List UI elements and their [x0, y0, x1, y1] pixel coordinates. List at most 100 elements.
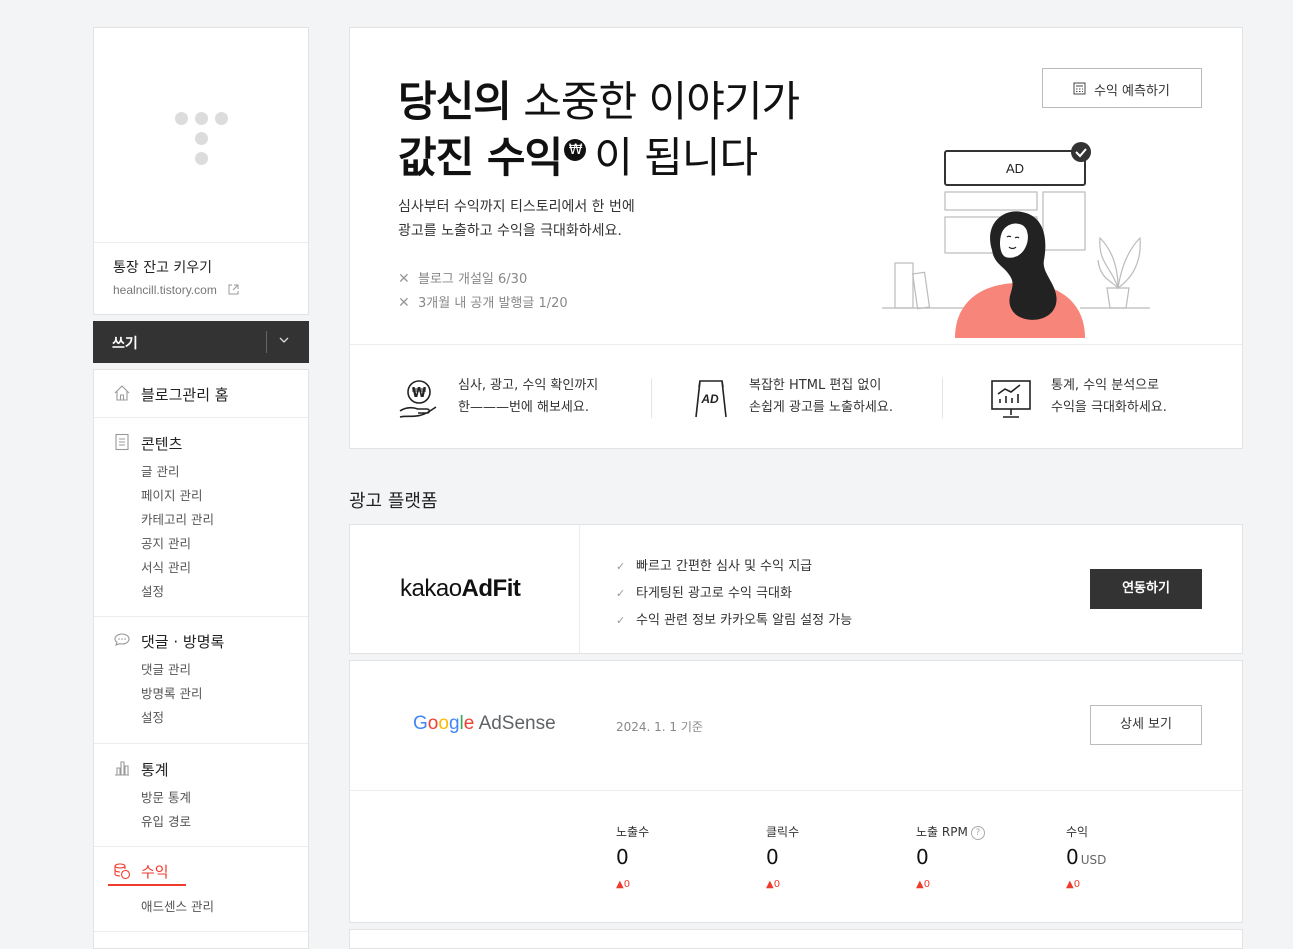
adsense-detail-button[interactable]: 상세 보기 — [1090, 705, 1202, 745]
sidebar-item-page-manage[interactable]: 페이지 관리 — [141, 485, 202, 504]
sidebar-item-notice-manage[interactable]: 공지 관리 — [141, 533, 191, 552]
sidebar-item-content-settings[interactable]: 설정 — [141, 581, 164, 600]
sidebar-item-revenue[interactable]: 수익 — [141, 861, 169, 882]
sidebar-item-post-manage[interactable]: 글 관리 — [141, 461, 179, 480]
stat-change: ▲0 — [766, 879, 781, 890]
blog-avatar[interactable] — [94, 28, 308, 243]
logo-dot — [215, 112, 228, 125]
hero-headline-line2: 값진 수익 ₩ 이 됩니다 — [398, 124, 758, 185]
feature-2-line2: 손쉽게 광고를 노출하세요. — [749, 400, 893, 415]
menu-section-comments: 댓글 · 방명록 댓글 관리 방명록 관리 설정 — [94, 616, 308, 744]
adfit-benefit: ✓ 타게팅된 광고로 수익 극대화 — [616, 586, 792, 601]
chevron-down-icon[interactable] — [279, 335, 289, 345]
sidebar-item-comments[interactable]: 댓글 · 방명록 — [141, 631, 224, 652]
svg-text:₩: ₩ — [412, 386, 427, 401]
stat-label: 클릭수 — [766, 825, 800, 839]
menu-section-home: 블로그관리 홈 — [94, 370, 308, 418]
external-link-icon[interactable] — [228, 284, 239, 295]
menu-section-content: 콘텐츠 글 관리 페이지 관리 카테고리 관리 공지 관리 서식 관리 설정 — [94, 417, 308, 617]
hero-divider — [350, 344, 1242, 345]
adsense-card: Google AdSense 2024. 1. 1 기준 상세 보기 노출수 0… — [349, 660, 1243, 923]
requirement-item: ✕ 블로그 개설일 6/30 — [398, 268, 527, 287]
menu-section-revenue: 수익 애드센스 관리 — [94, 846, 308, 932]
google-adsense-logo: Google AdSense — [413, 713, 556, 734]
adfit-connect-button[interactable]: 연동하기 — [1090, 569, 1202, 609]
sidebar-item-blog-home[interactable]: 블로그관리 홈 — [141, 384, 229, 405]
bar-chart-icon — [115, 761, 129, 776]
stat-label: 수익 — [1066, 825, 1089, 839]
feature-3-line1: 통계, 수익 분석으로 — [1051, 378, 1160, 393]
logo-dot — [195, 112, 208, 125]
feature-3: 통계, 수익 분석으로 수익을 극대화하세요. — [1051, 375, 1167, 419]
blog-profile-card: 통장 잔고 키우기 healncill.tistory.com — [93, 27, 309, 315]
write-button[interactable]: 쓰기 — [93, 321, 309, 363]
won-icon: ₩ — [564, 139, 587, 161]
hero-headline-line1: 당신의 소중한 이야기가 — [398, 68, 800, 129]
stat-rpm: 노출 RPM? 0 ▲0 — [916, 823, 1056, 898]
stat-value: 0 USD — [1066, 845, 1107, 869]
predict-label: 수익 예측하기 — [1094, 84, 1170, 99]
adsense-date: 2024. 1. 1 기준 — [616, 720, 703, 734]
blog-title[interactable]: 통장 잔고 키우기 — [113, 257, 212, 277]
feature-2: 복잡한 HTML 편집 없이 손쉽게 광고를 노출하세요. — [749, 375, 893, 419]
hero-headline-rest: 소중한 이야기가 — [523, 77, 800, 126]
stat-change: ▲0 — [1066, 879, 1081, 890]
sidebar-item-adsense-manage[interactable]: 애드센스 관리 — [141, 896, 214, 915]
help-icon[interactable]: ? — [970, 826, 985, 840]
next-platform-card — [349, 929, 1243, 949]
sidebar-item-guestbook-manage[interactable]: 방명록 관리 — [141, 683, 202, 702]
feature-3-line2: 수익을 극대화하세요. — [1051, 400, 1167, 415]
feature-divider — [942, 378, 943, 418]
revenue-predict-button[interactable]: 수익 예측하기 — [1042, 68, 1202, 108]
hero-headline-rest2: 이 됩니다 — [594, 133, 758, 182]
x-icon: ✕ — [398, 271, 410, 287]
kakao-adfit-logo: kakaoAdFit — [400, 575, 521, 602]
ad-sign-icon: AD — [695, 380, 727, 418]
sidebar-item-comment-manage[interactable]: 댓글 관리 — [141, 659, 191, 678]
sidebar-item-visit-stats[interactable]: 방문 통계 — [141, 787, 191, 806]
monitor-chart-icon — [991, 380, 1031, 418]
svg-text:AD: AD — [700, 392, 719, 406]
ad-platform-title: 광고 플랫폼 — [349, 491, 438, 512]
google-wordmark: Google — [413, 713, 475, 734]
stat-change: ▲0 — [616, 879, 631, 890]
stat-value: 0 — [766, 845, 779, 869]
stat-value: 0 — [616, 845, 629, 869]
write-divider — [266, 331, 267, 353]
sidebar-menu: 블로그관리 홈 콘텐츠 글 관리 페이지 관리 카테고리 관리 공지 관리 서식… — [93, 369, 309, 949]
hero-headline-bold: 당신의 — [398, 77, 512, 126]
check-icon: ✓ — [616, 560, 626, 573]
adfit-divider — [579, 525, 580, 653]
sidebar-item-template-manage[interactable]: 서식 관리 — [141, 557, 191, 576]
feature-1-line1: 심사, 광고, 수익 확인까지 — [458, 378, 599, 393]
sidebar-item-content[interactable]: 콘텐츠 — [141, 433, 182, 454]
feature-divider — [651, 378, 652, 418]
won-hand-icon: ₩ — [399, 380, 437, 418]
blog-url[interactable]: healncill.tistory.com — [113, 283, 217, 297]
coins-icon — [114, 863, 131, 880]
hero-illustration: AD — [882, 142, 1150, 338]
hero-description-2: 광고를 노출하고 수익을 극대화하세요. — [398, 223, 622, 239]
home-icon — [114, 385, 130, 401]
menu-section-stats: 통계 방문 통계 유입 경로 — [94, 743, 308, 847]
active-indicator — [108, 884, 186, 886]
stat-clicks: 클릭수 0 ▲0 — [766, 823, 906, 898]
requirement-text: 블로그 개설일 6/30 — [418, 272, 528, 287]
logo-dot — [195, 152, 208, 165]
speech-bubble-icon — [114, 633, 130, 646]
sidebar-item-category-manage[interactable]: 카테고리 관리 — [141, 509, 214, 528]
sidebar-item-stats[interactable]: 통계 — [141, 759, 169, 780]
sidebar-item-comment-settings[interactable]: 설정 — [141, 707, 164, 726]
calculator-icon — [1073, 82, 1086, 95]
adfit-benefit: ✓ 빠르고 간편한 심사 및 수익 지급 — [616, 559, 813, 574]
check-icon: ✓ — [616, 587, 626, 600]
document-icon — [115, 433, 129, 451]
stat-label: 노출 RPM? — [916, 823, 985, 840]
adfit-benefit: ✓ 수익 관련 정보 카카오톡 알림 설정 가능 — [616, 613, 853, 628]
stat-revenue: 수익 0 USD ▲0 — [1066, 823, 1206, 898]
feature-1-line2: 한———번에 해보세요. — [458, 400, 589, 415]
logo-dot — [195, 132, 208, 145]
sidebar-item-referrer[interactable]: 유입 경로 — [141, 811, 191, 830]
hero-description-1: 심사부터 수익까지 티스토리에서 한 번에 — [398, 199, 635, 215]
stat-change: ▲0 — [916, 879, 931, 890]
